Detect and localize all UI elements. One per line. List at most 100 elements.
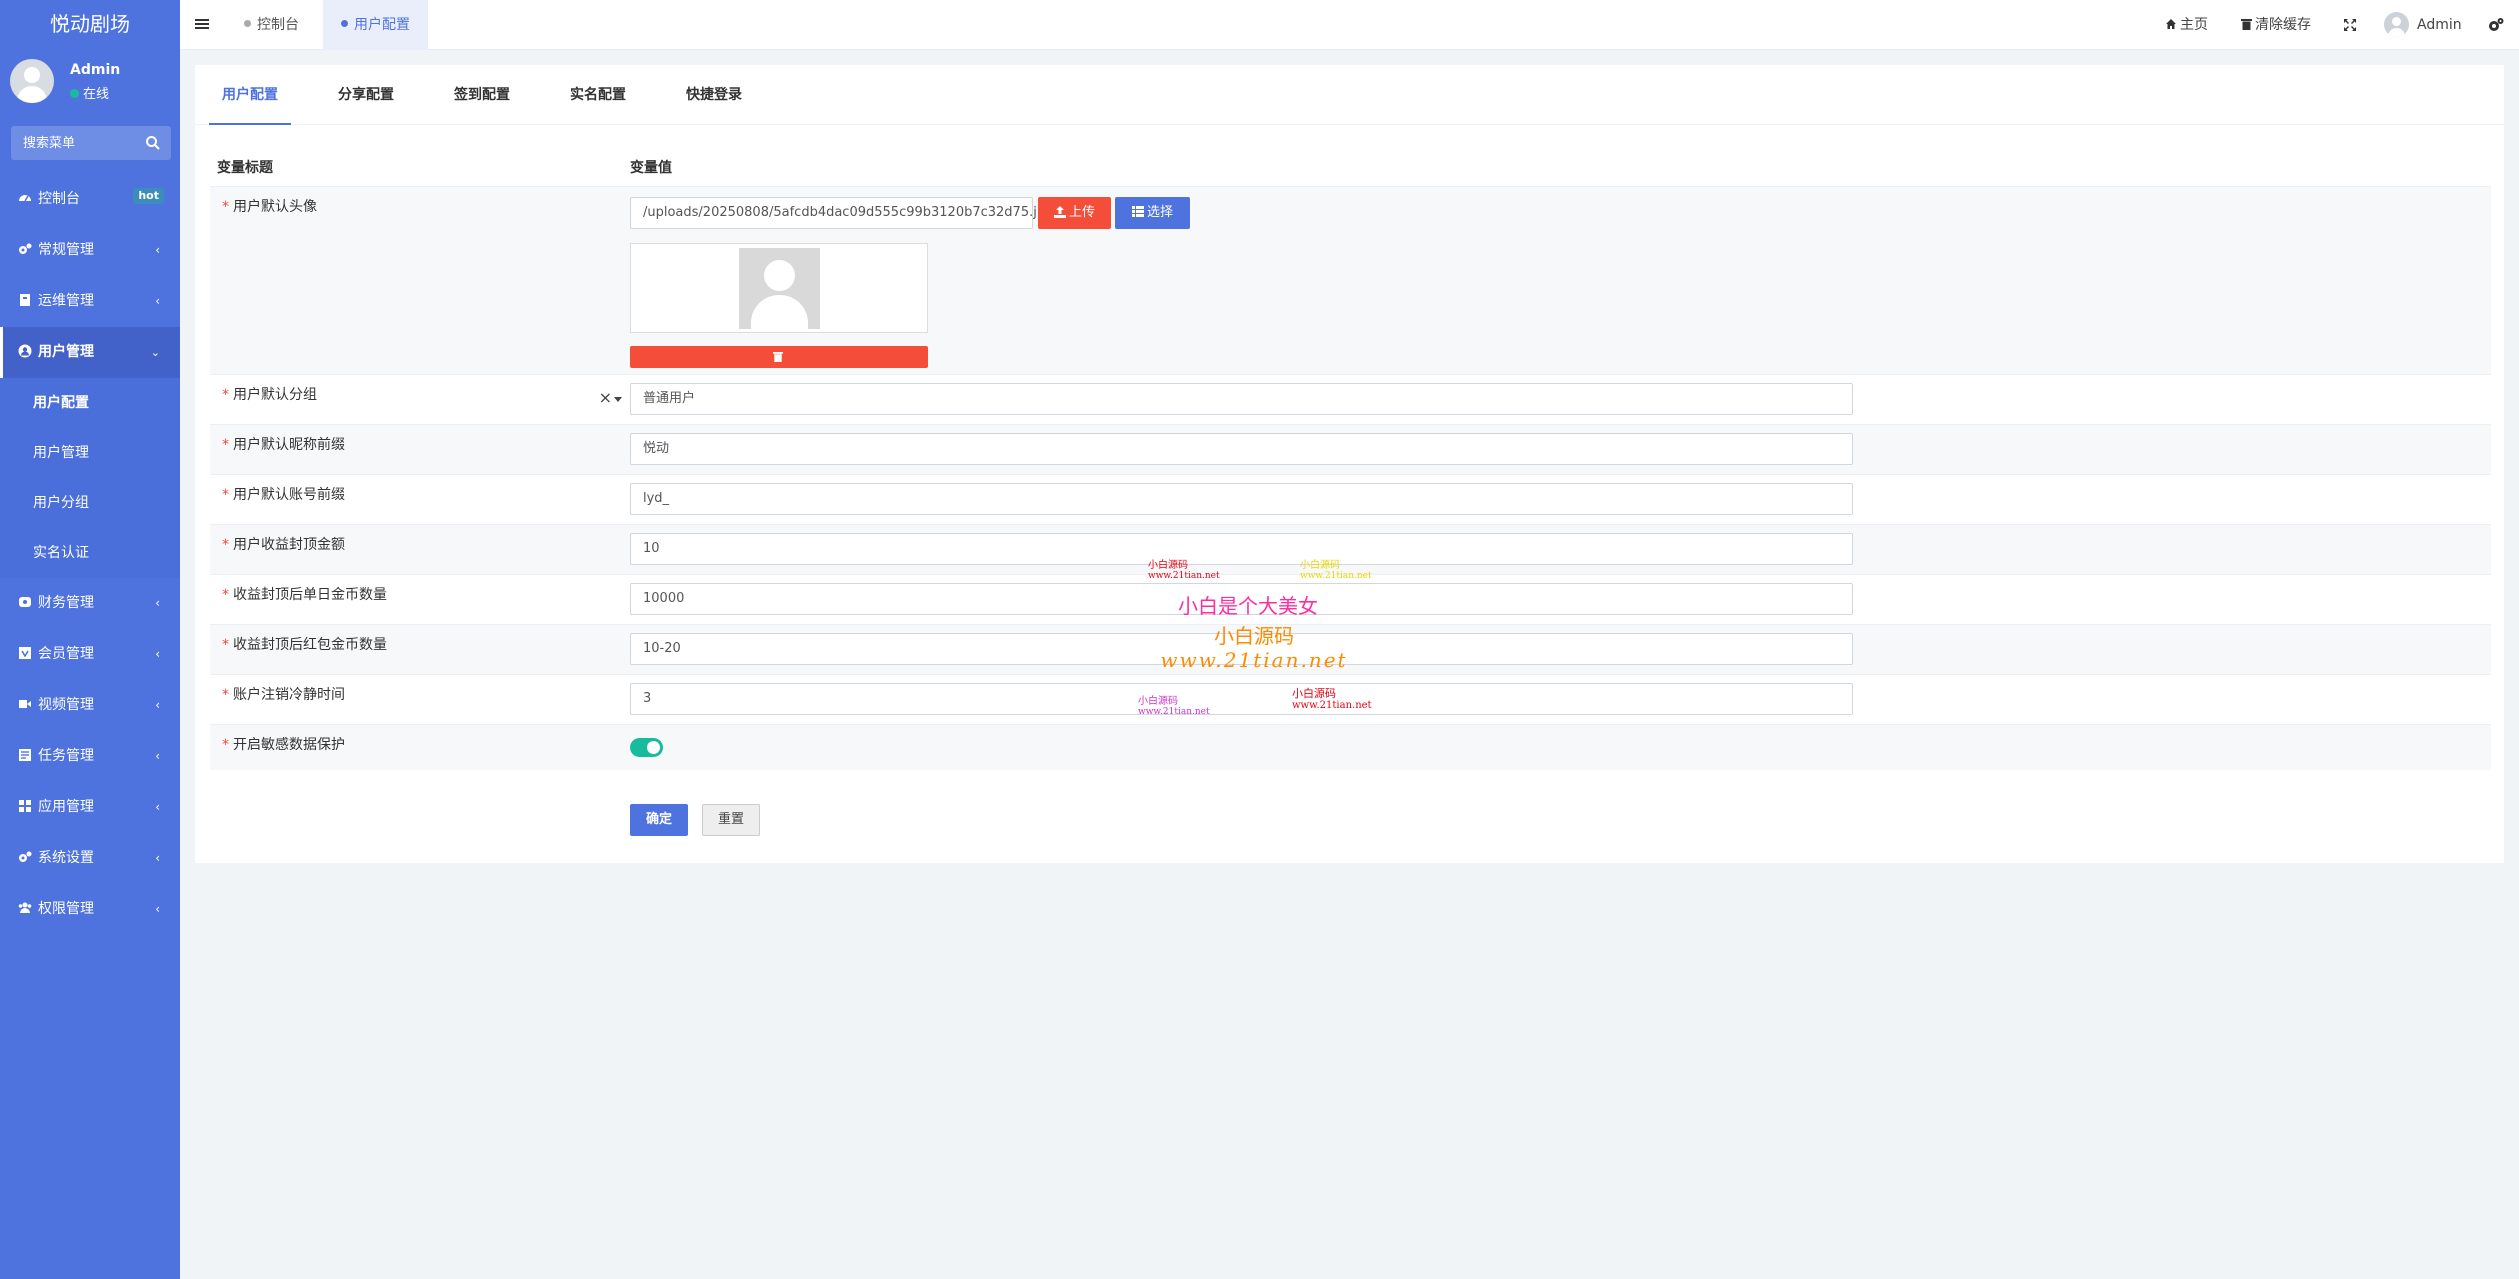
- submenu-user-manage[interactable]: 用户管理: [0, 428, 180, 478]
- income-cap-input[interactable]: 10: [630, 533, 1853, 565]
- sidebar-item-members[interactable]: 会员管理 ‹: [0, 629, 180, 680]
- chevron-left-icon: ‹: [155, 294, 160, 308]
- group-icon: [18, 902, 32, 913]
- sensitive-data-toggle[interactable]: [630, 738, 663, 757]
- avatar: [10, 59, 54, 103]
- watermark: 小白源码 www.21tian.net: [1160, 624, 1348, 672]
- account-prefix-input[interactable]: lyd_: [630, 483, 1853, 515]
- tab-user-config[interactable]: 用户配置: [209, 65, 291, 125]
- row-label: 账户注销冷静时间: [233, 687, 345, 703]
- upload-button[interactable]: 上传: [1038, 197, 1111, 229]
- vip-icon: [19, 647, 31, 659]
- table-row: * 开启敏感数据保护: [210, 724, 2491, 770]
- table-row: * 用户默认头像 /uploads/20250808/5afcdb4dac09d5…: [210, 186, 2491, 374]
- chevron-left-icon: ‹: [155, 800, 160, 814]
- home-icon: [2166, 19, 2176, 29]
- chevron-left-icon: ‹: [155, 902, 160, 916]
- sidebar-menu: 控制台 hot 常规管理 ‹ 运维管理 ‹ 用户管理 ⌄ 用户配置 用户管理 用…: [0, 174, 180, 935]
- cogs-icon: [19, 243, 32, 254]
- tab-signin-config[interactable]: 签到配置: [441, 65, 523, 125]
- cooling-period-input[interactable]: 3: [630, 683, 1853, 715]
- users-submenu: 用户配置 用户管理 用户分组 实名认证: [0, 378, 180, 578]
- online-dot-icon: [70, 89, 79, 98]
- sidebar-item-video[interactable]: 视频管理 ‹: [0, 680, 180, 731]
- server-icon: [20, 294, 30, 306]
- tab-user-config[interactable]: 用户配置: [323, 0, 428, 50]
- tab-dot-icon: [341, 19, 348, 27]
- row-label: 收益封顶后红包金币数量: [233, 637, 387, 653]
- watermark: 小白源码 www.21tian.net: [1292, 687, 1372, 712]
- config-tabs: 用户配置 分享配置 签到配置 实名配置 快捷登录: [195, 65, 2504, 125]
- sidebar-item-apps[interactable]: 应用管理 ‹: [0, 782, 180, 833]
- caret-down-icon[interactable]: [614, 397, 622, 402]
- submenu-user-group[interactable]: 用户分组: [0, 478, 180, 528]
- row-label: 用户收益封顶金额: [233, 537, 345, 553]
- chevron-left-icon: ‹: [155, 698, 160, 712]
- reset-button[interactable]: 重置: [702, 804, 760, 836]
- trash-icon: [773, 352, 783, 362]
- table-row: * 用户默认账号前缀 lyd_: [210, 474, 2491, 524]
- confirm-button[interactable]: 确定: [630, 804, 688, 836]
- clear-icon[interactable]: ×: [599, 388, 612, 407]
- cogs-icon: [19, 851, 32, 862]
- chevron-down-icon: ⌄: [150, 346, 160, 359]
- tab-realname-config[interactable]: 实名配置: [557, 65, 639, 125]
- nickname-prefix-input[interactable]: 悦动: [630, 433, 1853, 465]
- table-row: * 收益封顶后单日金币数量 10000: [210, 574, 2491, 624]
- config-panel: 用户配置 分享配置 签到配置 实名配置 快捷登录 变量标题 变量值 * 用户默认头…: [195, 65, 2504, 863]
- user-circle-icon: [18, 344, 32, 358]
- avatar-path-input[interactable]: /uploads/20250808/5afcdb4dac09d555c99b31…: [630, 197, 1053, 229]
- tab-share-config[interactable]: 分享配置: [325, 65, 407, 125]
- row-label: 开启敏感数据保护: [233, 737, 345, 753]
- row-label: 用户默认头像: [233, 199, 317, 215]
- delete-avatar-button[interactable]: [630, 346, 928, 368]
- table-row: * 用户默认昵称前缀 悦动: [210, 424, 2491, 474]
- submenu-realname[interactable]: 实名认证: [0, 528, 180, 578]
- menu-search: [11, 126, 171, 160]
- avatar-preview[interactable]: [630, 243, 928, 333]
- clear-cache-button[interactable]: 清除缓存: [2241, 0, 2311, 50]
- table-row: * 用户默认分组 普通用户 ×: [210, 374, 2491, 424]
- admin-menu[interactable]: Admin: [2384, 0, 2462, 50]
- tab-quick-login[interactable]: 快捷登录: [673, 65, 755, 125]
- tab-dashboard[interactable]: 控制台: [226, 0, 317, 50]
- choose-button[interactable]: 选择: [1115, 197, 1190, 229]
- sidebar-item-general[interactable]: 常规管理 ‹: [0, 225, 180, 276]
- col-title: 变量标题: [217, 160, 273, 176]
- tasks-icon: [19, 749, 31, 761]
- sidebar-item-permissions[interactable]: 权限管理 ‹: [0, 884, 180, 935]
- user-name: Admin: [70, 62, 121, 78]
- hot-badge: hot: [133, 188, 164, 204]
- sidebar-item-dashboard[interactable]: 控制台 hot: [0, 174, 180, 225]
- tab-dot-icon: [244, 19, 251, 27]
- row-label: 用户默认分组: [233, 387, 317, 403]
- dashboard-icon: [19, 195, 31, 202]
- sidebar: 悦动剧场 Admin 在线 控制台 hot 常规管理 ‹ 运维管理 ‹ 用户管理…: [0, 0, 180, 1279]
- watermark: 小白源码 www.21tian.net: [1148, 560, 1220, 582]
- upload-icon: [1053, 205, 1066, 218]
- search-icon[interactable]: [145, 135, 161, 151]
- group-select-value[interactable]: 普通用户: [630, 383, 1853, 415]
- row-label: 用户默认账号前缀: [233, 487, 345, 503]
- sidebar-item-finance[interactable]: 财务管理 ‹: [0, 578, 180, 629]
- sidebar-item-system[interactable]: 系统设置 ‹: [0, 833, 180, 884]
- sidebar-item-users[interactable]: 用户管理 ⌄: [0, 327, 180, 378]
- row-label: 用户默认昵称前缀: [233, 437, 345, 453]
- home-link[interactable]: 主页: [2165, 0, 2208, 50]
- top-navbar: 控制台 用户配置 主页 清除缓存 Admin: [180, 0, 2519, 50]
- user-status: 在线: [70, 83, 109, 102]
- sidebar-item-tasks[interactable]: 任务管理 ‹: [0, 731, 180, 782]
- chevron-left-icon: ‹: [155, 243, 160, 257]
- sidebar-item-ops[interactable]: 运维管理 ‹: [0, 276, 180, 327]
- avatar-placeholder-image: [739, 248, 820, 329]
- row-label: 收益封顶后单日金币数量: [233, 587, 387, 603]
- menu-search-input[interactable]: [11, 126, 141, 160]
- menu-toggle-icon[interactable]: [195, 17, 209, 31]
- user-panel: Admin 在线: [0, 50, 180, 103]
- chevron-left-icon: ‹: [155, 749, 160, 763]
- fullscreen-icon[interactable]: [2343, 18, 2357, 32]
- cogs-icon[interactable]: [2488, 17, 2504, 32]
- trash-icon: [2241, 19, 2252, 30]
- submenu-user-config[interactable]: 用户配置: [0, 378, 180, 428]
- app-logo[interactable]: 悦动剧场: [0, 0, 180, 50]
